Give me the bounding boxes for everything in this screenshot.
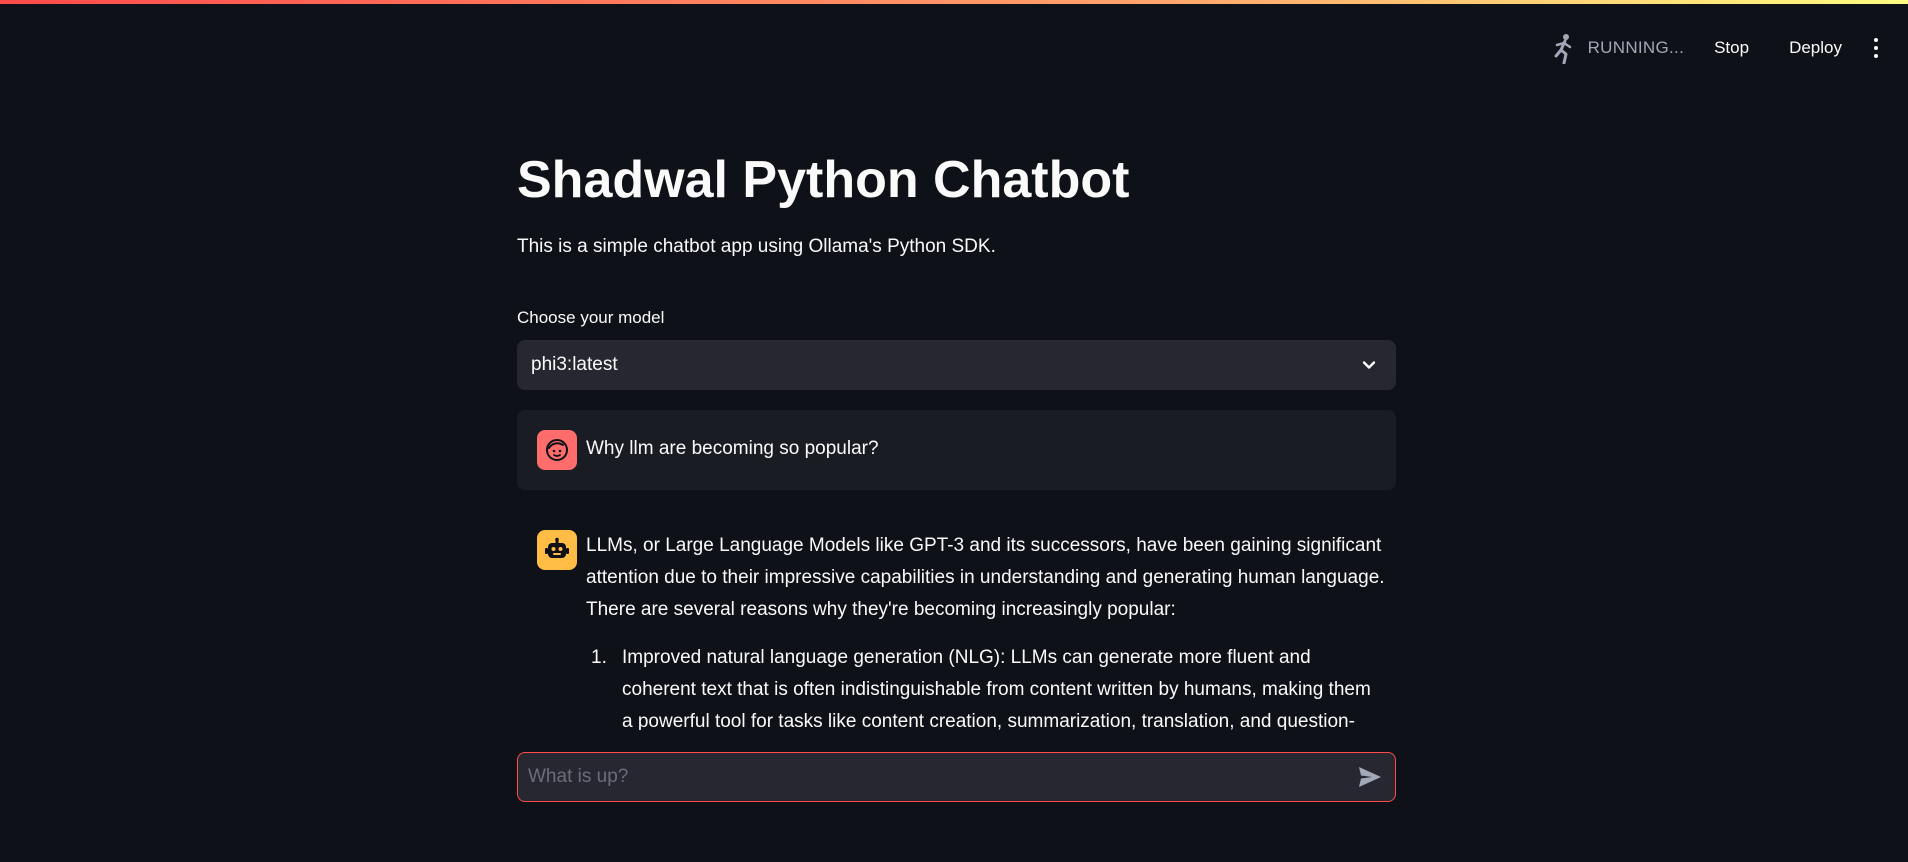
stop-button[interactable]: Stop [1702,32,1761,64]
running-status: RUNNING... [1587,38,1685,57]
list-item-text: Improved natural language generation (NL… [622,647,1371,730]
more-menu-icon[interactable] [1866,34,1886,62]
page-subtitle: This is a simple chatbot app using Ollam… [517,236,996,257]
user-face-icon [546,439,568,461]
assistant-intro-text: LLMs, or Large Language Models like GPT-… [586,535,1385,620]
model-select[interactable]: phi3:latest [517,340,1396,390]
model-select-value: phi3:latest [531,354,618,375]
list-item: 1. Improved natural language generation … [586,642,1386,730]
assistant-intro: LLMs, or Large Language Models like GPT-… [586,530,1386,626]
chat-input[interactable] [518,753,1357,801]
user-avatar [537,430,577,470]
bot-avatar [537,530,577,570]
chevron-down-icon [1362,361,1376,369]
top-decoration-bar [0,0,1908,4]
page-title: Shadwal Python Chatbot [517,151,1130,209]
running-man-icon [1554,34,1571,64]
robot-icon [545,537,569,558]
deploy-button[interactable]: Deploy [1777,32,1854,64]
app-toolbar: RUNNING... Stop Deploy [1548,28,1886,68]
chat-input-container [517,752,1396,802]
list-item-number: 1. [591,647,607,668]
user-message-text: Why llm are becoming so popular? [586,438,879,459]
send-icon[interactable] [1357,764,1383,790]
model-select-label: Choose your model [517,308,665,327]
assistant-list: 1. Improved natural language generation … [586,642,1386,730]
user-message: Why llm are becoming so popular? [517,410,1396,490]
assistant-message: LLMs, or Large Language Models like GPT-… [517,520,1396,730]
